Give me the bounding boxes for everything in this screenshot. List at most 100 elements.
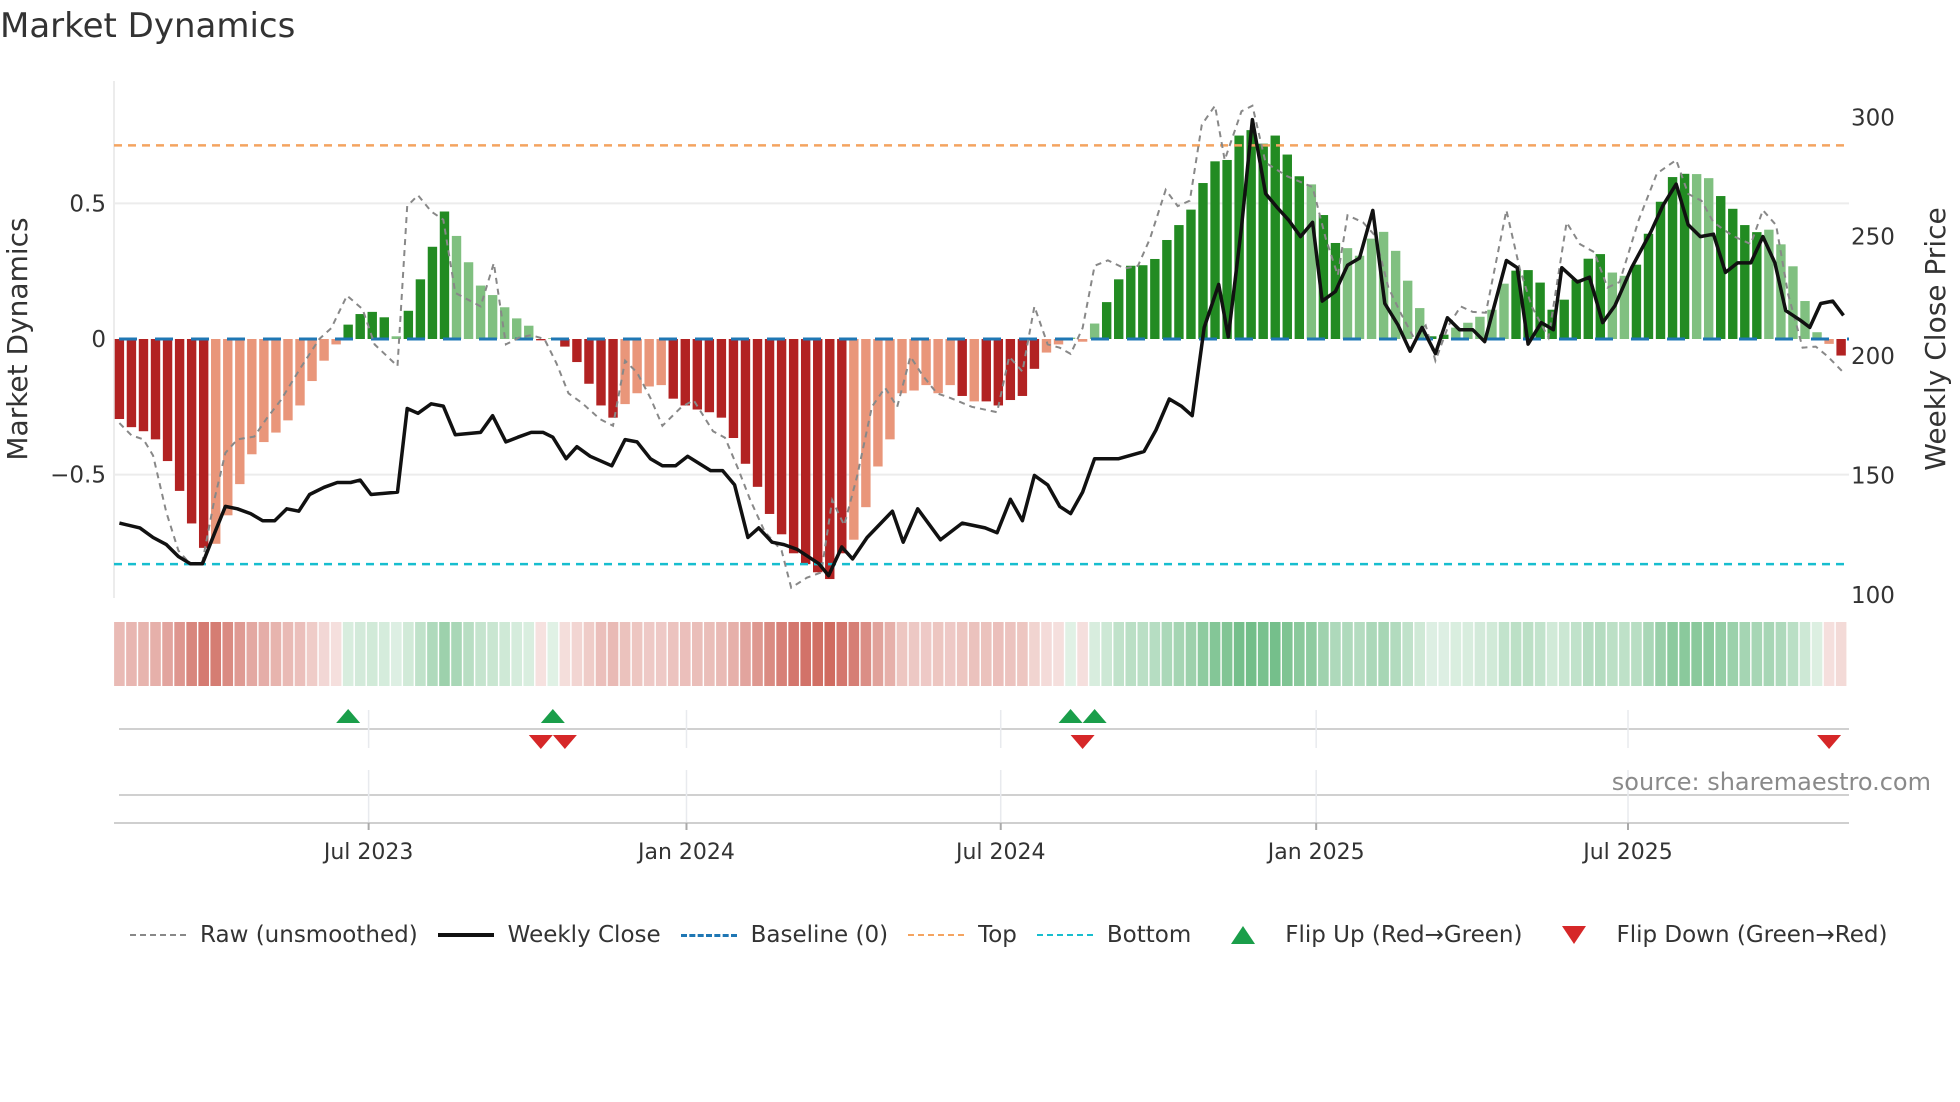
bar-negative <box>849 339 859 540</box>
strip-cell <box>800 622 811 686</box>
strip-cell <box>535 622 547 686</box>
strip-cell <box>487 622 498 686</box>
strip-cell <box>776 622 787 686</box>
legend-label: Top <box>978 922 1017 948</box>
strip-cell <box>1691 622 1702 686</box>
bar-negative <box>656 339 666 386</box>
grid-layer <box>113 81 1849 823</box>
bar-negative <box>692 339 703 410</box>
bar-negative <box>813 339 823 573</box>
strip-cell <box>704 622 715 686</box>
strip-cell <box>1775 622 1787 686</box>
strip-cell <box>222 622 234 686</box>
strip-cell <box>150 622 161 686</box>
flip-down-marker <box>1070 735 1095 749</box>
bar-positive <box>1366 238 1377 339</box>
strip-cell <box>860 622 872 686</box>
strip-cell <box>1366 622 1377 686</box>
strip-cell <box>1281 622 1293 686</box>
close-line-swatch <box>437 933 494 937</box>
strip-cell <box>174 622 185 686</box>
strip-cell <box>1438 622 1450 686</box>
bar-positive <box>512 318 522 339</box>
strip-cell <box>896 622 908 686</box>
y-tick-label: 0 <box>91 327 106 353</box>
bar-negative <box>933 339 943 394</box>
strip-cell <box>571 622 583 686</box>
bar-negative <box>752 339 763 487</box>
strip-cell <box>1330 622 1341 686</box>
strip-cell <box>270 622 282 686</box>
bar-negative <box>788 339 799 554</box>
bar-positive <box>1643 233 1654 339</box>
bar-negative <box>668 339 678 399</box>
strip-cell <box>1667 622 1678 686</box>
strip-cell <box>1354 622 1365 686</box>
legend-label: Raw (unsmoothed) <box>200 922 418 948</box>
strip-cell <box>1053 622 1064 686</box>
strip-cell <box>968 622 980 686</box>
triangle-up-icon <box>1231 926 1256 944</box>
flip-up-marker <box>336 709 361 723</box>
strip-cell <box>1546 622 1558 686</box>
y-axis-label: Market Dynamics <box>1 217 34 460</box>
bar-negative <box>644 339 654 387</box>
strip-cell <box>294 622 306 686</box>
bar-positive <box>1089 323 1100 339</box>
bar-negative <box>969 339 979 402</box>
strip-cell <box>884 622 896 686</box>
strip-cell <box>956 622 968 686</box>
strip-cell <box>198 622 209 686</box>
bar-positive <box>1559 299 1569 339</box>
strip-cell <box>1041 622 1052 686</box>
strip-cell <box>1306 622 1317 686</box>
strip-cell <box>631 622 643 686</box>
strip-cell <box>1221 622 1233 686</box>
strip-cell <box>391 622 402 686</box>
y-right-tick-label: 100 <box>1851 583 1895 609</box>
strip-cell <box>1595 622 1606 686</box>
bar-negative <box>945 339 955 386</box>
strip-cell <box>427 622 438 686</box>
reference-lines <box>114 144 1849 566</box>
y-right-tick-label: 300 <box>1851 105 1895 131</box>
strip-cell <box>1402 622 1413 686</box>
strip-cell <box>1703 622 1714 686</box>
strip-cell <box>1318 622 1329 686</box>
bar-positive <box>1499 283 1509 339</box>
flip-down-marker <box>552 735 577 749</box>
bar-positive <box>451 235 462 339</box>
strip-cell <box>728 622 739 686</box>
bar-negative <box>909 339 919 391</box>
strip-cell <box>354 622 366 686</box>
strip-cell <box>692 622 703 686</box>
strip-cell <box>752 622 763 686</box>
strip-cell <box>318 622 330 686</box>
strip-cell <box>1570 622 1582 686</box>
strip-cell <box>1209 622 1221 686</box>
strip-cell <box>330 622 342 686</box>
strip-cell <box>1029 622 1040 686</box>
strip-cell <box>1763 622 1775 686</box>
bar-positive <box>379 317 389 339</box>
strip-cell <box>1510 622 1522 686</box>
bar-positive <box>1655 201 1666 339</box>
triangle-down-icon <box>1562 926 1587 944</box>
bar-positive <box>475 285 486 339</box>
strip-cell <box>1462 622 1474 686</box>
strip-cell <box>848 622 860 686</box>
raw-unsmoothed-line <box>118 103 1845 590</box>
strip-cell <box>210 622 222 686</box>
momentum-strip <box>114 622 1847 686</box>
strip-cell <box>1101 622 1112 686</box>
x-tick-label: Jan 2025 <box>1266 840 1365 865</box>
bar-negative <box>271 339 281 433</box>
bar-positive <box>1354 255 1365 339</box>
strip-cell <box>1065 622 1076 686</box>
bar-positive <box>1138 265 1148 339</box>
bar-positive <box>1162 239 1172 339</box>
strip-cell <box>234 622 246 686</box>
y-right-tick-label: 200 <box>1851 344 1895 370</box>
strip-cell <box>1161 622 1173 686</box>
bar-positive <box>415 279 426 339</box>
